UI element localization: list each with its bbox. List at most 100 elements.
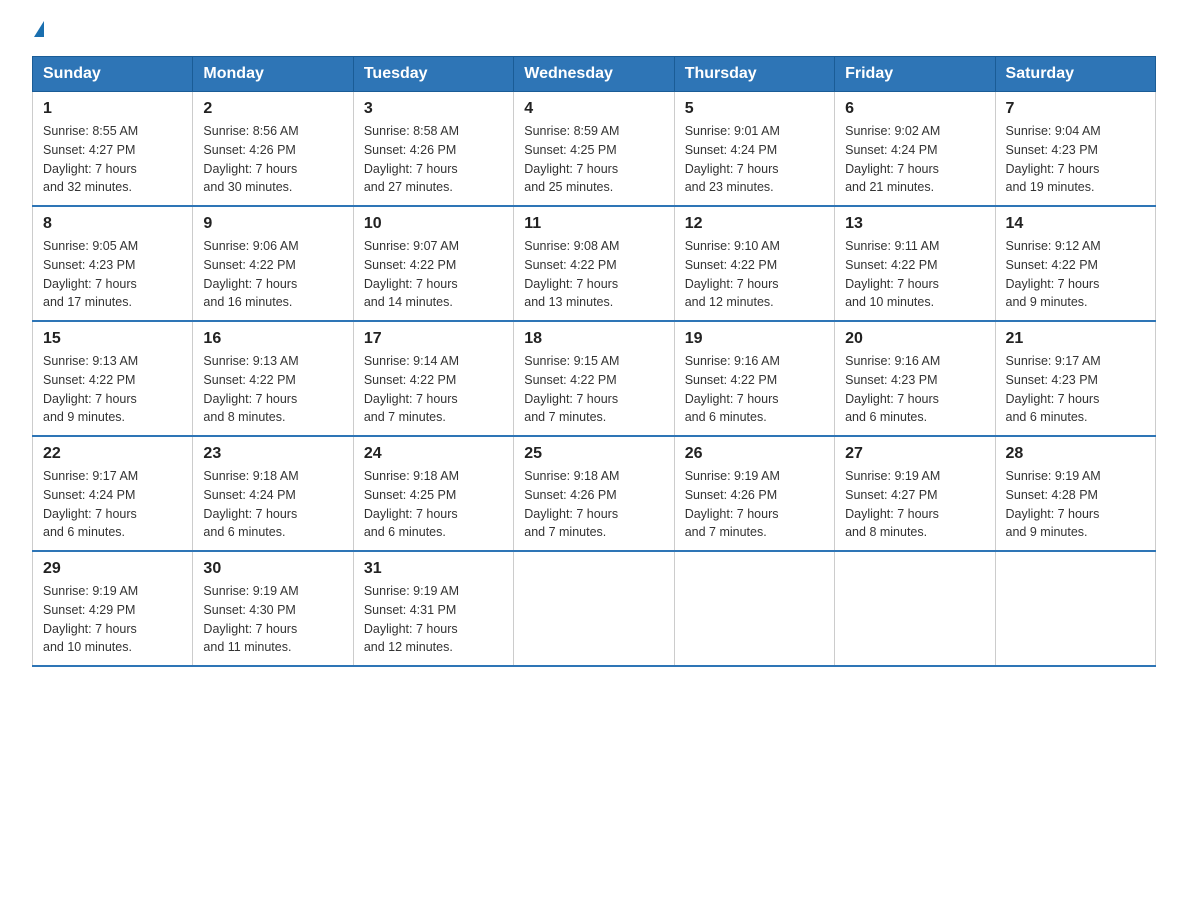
day-info: Sunrise: 9:13 AMSunset: 4:22 PMDaylight:… (43, 352, 182, 427)
calendar-cell: 4 Sunrise: 8:59 AMSunset: 4:25 PMDayligh… (514, 92, 674, 207)
day-info: Sunrise: 8:56 AMSunset: 4:26 PMDaylight:… (203, 122, 342, 197)
day-number: 25 (524, 445, 663, 463)
day-number: 24 (364, 445, 503, 463)
day-info: Sunrise: 9:04 AMSunset: 4:23 PMDaylight:… (1006, 122, 1145, 197)
day-info: Sunrise: 9:08 AMSunset: 4:22 PMDaylight:… (524, 237, 663, 312)
calendar-cell: 29 Sunrise: 9:19 AMSunset: 4:29 PMDaylig… (33, 551, 193, 666)
calendar-cell: 7 Sunrise: 9:04 AMSunset: 4:23 PMDayligh… (995, 92, 1155, 207)
day-info: Sunrise: 9:18 AMSunset: 4:24 PMDaylight:… (203, 467, 342, 542)
day-info: Sunrise: 8:58 AMSunset: 4:26 PMDaylight:… (364, 122, 503, 197)
calendar-cell: 30 Sunrise: 9:19 AMSunset: 4:30 PMDaylig… (193, 551, 353, 666)
day-info: Sunrise: 9:18 AMSunset: 4:25 PMDaylight:… (364, 467, 503, 542)
day-info: Sunrise: 9:16 AMSunset: 4:22 PMDaylight:… (685, 352, 824, 427)
calendar-week-row: 1 Sunrise: 8:55 AMSunset: 4:27 PMDayligh… (33, 92, 1156, 207)
day-number: 11 (524, 215, 663, 233)
calendar-cell: 6 Sunrise: 9:02 AMSunset: 4:24 PMDayligh… (835, 92, 995, 207)
calendar-cell: 15 Sunrise: 9:13 AMSunset: 4:22 PMDaylig… (33, 321, 193, 436)
day-info: Sunrise: 9:19 AMSunset: 4:26 PMDaylight:… (685, 467, 824, 542)
day-info: Sunrise: 9:10 AMSunset: 4:22 PMDaylight:… (685, 237, 824, 312)
calendar-week-row: 8 Sunrise: 9:05 AMSunset: 4:23 PMDayligh… (33, 206, 1156, 321)
day-number: 23 (203, 445, 342, 463)
day-info: Sunrise: 9:19 AMSunset: 4:30 PMDaylight:… (203, 582, 342, 657)
weekday-header-thursday: Thursday (674, 57, 834, 92)
calendar-body: 1 Sunrise: 8:55 AMSunset: 4:27 PMDayligh… (33, 92, 1156, 667)
calendar-cell: 1 Sunrise: 8:55 AMSunset: 4:27 PMDayligh… (33, 92, 193, 207)
day-info: Sunrise: 8:55 AMSunset: 4:27 PMDaylight:… (43, 122, 182, 197)
day-number: 2 (203, 100, 342, 118)
day-number: 31 (364, 560, 503, 578)
calendar-cell: 11 Sunrise: 9:08 AMSunset: 4:22 PMDaylig… (514, 206, 674, 321)
day-number: 12 (685, 215, 824, 233)
calendar-cell: 25 Sunrise: 9:18 AMSunset: 4:26 PMDaylig… (514, 436, 674, 551)
day-info: Sunrise: 9:19 AMSunset: 4:27 PMDaylight:… (845, 467, 984, 542)
day-info: Sunrise: 9:15 AMSunset: 4:22 PMDaylight:… (524, 352, 663, 427)
weekday-header-friday: Friday (835, 57, 995, 92)
day-number: 21 (1006, 330, 1145, 348)
day-number: 18 (524, 330, 663, 348)
day-info: Sunrise: 9:02 AMSunset: 4:24 PMDaylight:… (845, 122, 984, 197)
day-number: 9 (203, 215, 342, 233)
day-number: 13 (845, 215, 984, 233)
calendar-week-row: 29 Sunrise: 9:19 AMSunset: 4:29 PMDaylig… (33, 551, 1156, 666)
calendar-cell: 9 Sunrise: 9:06 AMSunset: 4:22 PMDayligh… (193, 206, 353, 321)
logo-triangle-icon (34, 21, 44, 37)
calendar-cell: 10 Sunrise: 9:07 AMSunset: 4:22 PMDaylig… (353, 206, 513, 321)
calendar-cell: 12 Sunrise: 9:10 AMSunset: 4:22 PMDaylig… (674, 206, 834, 321)
day-number: 4 (524, 100, 663, 118)
calendar-cell (835, 551, 995, 666)
day-info: Sunrise: 9:19 AMSunset: 4:28 PMDaylight:… (1006, 467, 1145, 542)
day-info: Sunrise: 9:17 AMSunset: 4:23 PMDaylight:… (1006, 352, 1145, 427)
calendar-cell: 26 Sunrise: 9:19 AMSunset: 4:26 PMDaylig… (674, 436, 834, 551)
calendar-cell: 3 Sunrise: 8:58 AMSunset: 4:26 PMDayligh… (353, 92, 513, 207)
calendar-cell: 8 Sunrise: 9:05 AMSunset: 4:23 PMDayligh… (33, 206, 193, 321)
day-info: Sunrise: 9:11 AMSunset: 4:22 PMDaylight:… (845, 237, 984, 312)
day-number: 16 (203, 330, 342, 348)
day-info: Sunrise: 9:13 AMSunset: 4:22 PMDaylight:… (203, 352, 342, 427)
day-number: 30 (203, 560, 342, 578)
weekday-header-saturday: Saturday (995, 57, 1155, 92)
weekday-header-wednesday: Wednesday (514, 57, 674, 92)
day-number: 10 (364, 215, 503, 233)
calendar-cell: 13 Sunrise: 9:11 AMSunset: 4:22 PMDaylig… (835, 206, 995, 321)
weekday-header-sunday: Sunday (33, 57, 193, 92)
day-number: 8 (43, 215, 182, 233)
page-header (32, 24, 1156, 40)
day-number: 5 (685, 100, 824, 118)
day-info: Sunrise: 9:12 AMSunset: 4:22 PMDaylight:… (1006, 237, 1145, 312)
day-number: 26 (685, 445, 824, 463)
day-info: Sunrise: 9:14 AMSunset: 4:22 PMDaylight:… (364, 352, 503, 427)
calendar-cell: 5 Sunrise: 9:01 AMSunset: 4:24 PMDayligh… (674, 92, 834, 207)
weekday-header-monday: Monday (193, 57, 353, 92)
calendar-cell: 27 Sunrise: 9:19 AMSunset: 4:27 PMDaylig… (835, 436, 995, 551)
day-number: 28 (1006, 445, 1145, 463)
day-info: Sunrise: 9:17 AMSunset: 4:24 PMDaylight:… (43, 467, 182, 542)
weekday-header-row: SundayMondayTuesdayWednesdayThursdayFrid… (33, 57, 1156, 92)
day-number: 17 (364, 330, 503, 348)
calendar-cell: 16 Sunrise: 9:13 AMSunset: 4:22 PMDaylig… (193, 321, 353, 436)
weekday-header-tuesday: Tuesday (353, 57, 513, 92)
calendar-table: SundayMondayTuesdayWednesdayThursdayFrid… (32, 56, 1156, 667)
calendar-cell: 19 Sunrise: 9:16 AMSunset: 4:22 PMDaylig… (674, 321, 834, 436)
logo (32, 24, 44, 40)
day-number: 19 (685, 330, 824, 348)
calendar-cell (674, 551, 834, 666)
day-info: Sunrise: 8:59 AMSunset: 4:25 PMDaylight:… (524, 122, 663, 197)
calendar-week-row: 15 Sunrise: 9:13 AMSunset: 4:22 PMDaylig… (33, 321, 1156, 436)
calendar-cell: 21 Sunrise: 9:17 AMSunset: 4:23 PMDaylig… (995, 321, 1155, 436)
day-number: 1 (43, 100, 182, 118)
calendar-header: SundayMondayTuesdayWednesdayThursdayFrid… (33, 57, 1156, 92)
calendar-cell: 31 Sunrise: 9:19 AMSunset: 4:31 PMDaylig… (353, 551, 513, 666)
day-info: Sunrise: 9:18 AMSunset: 4:26 PMDaylight:… (524, 467, 663, 542)
calendar-cell: 22 Sunrise: 9:17 AMSunset: 4:24 PMDaylig… (33, 436, 193, 551)
calendar-cell: 2 Sunrise: 8:56 AMSunset: 4:26 PMDayligh… (193, 92, 353, 207)
day-info: Sunrise: 9:05 AMSunset: 4:23 PMDaylight:… (43, 237, 182, 312)
day-number: 20 (845, 330, 984, 348)
day-number: 29 (43, 560, 182, 578)
day-number: 7 (1006, 100, 1145, 118)
day-info: Sunrise: 9:16 AMSunset: 4:23 PMDaylight:… (845, 352, 984, 427)
day-number: 14 (1006, 215, 1145, 233)
day-info: Sunrise: 9:06 AMSunset: 4:22 PMDaylight:… (203, 237, 342, 312)
day-number: 27 (845, 445, 984, 463)
day-number: 3 (364, 100, 503, 118)
calendar-week-row: 22 Sunrise: 9:17 AMSunset: 4:24 PMDaylig… (33, 436, 1156, 551)
